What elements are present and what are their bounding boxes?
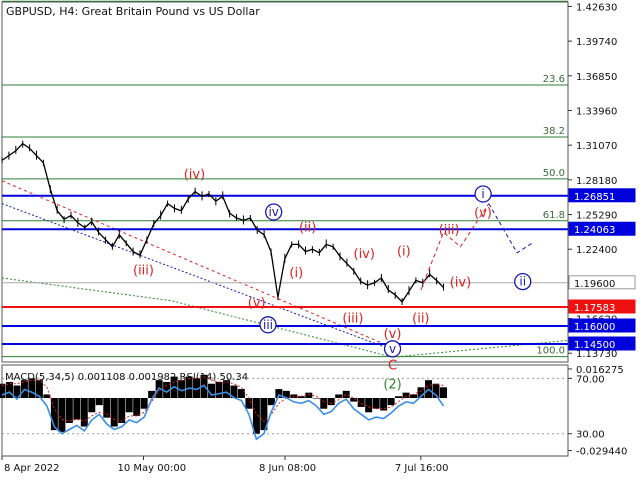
wave-label: (i) <box>289 266 303 281</box>
indicator-axis-label: -0.029440 <box>576 447 627 458</box>
price-axis-label: 1.25290 <box>576 211 617 222</box>
wave-label: (iii) <box>133 264 154 279</box>
macd-histogram-bar <box>327 398 335 406</box>
price-axis-label: 1.31070 <box>576 141 617 152</box>
wave-label: C <box>388 358 397 373</box>
wave-label: (v) <box>384 327 402 342</box>
macd-histogram-bar <box>125 398 133 413</box>
level-badge-label: 1.14500 <box>574 340 615 351</box>
macd-histogram-bar <box>342 390 350 399</box>
wave-label: i <box>481 187 484 201</box>
macd-histogram-bar <box>215 381 223 399</box>
macd-histogram-bar <box>372 398 380 409</box>
macd-histogram-bar <box>88 398 96 413</box>
wave-label: (2) <box>383 378 401 393</box>
wave-label: (v) <box>248 296 266 311</box>
macd-histogram-bar <box>439 387 447 399</box>
price-axis-label: 1.33960 <box>576 106 617 117</box>
fib-level-label: 23.6 <box>543 74 565 85</box>
fib-level-label: 100.0 <box>536 346 565 357</box>
price-axis-label: 1.22400 <box>576 245 617 256</box>
indicator-axis-label: 30.00 <box>576 430 605 441</box>
time-axis-label: 8 Apr 2022 <box>4 463 59 474</box>
macd-histogram-bar <box>65 398 73 423</box>
time-axis-label: 7 Jul 16:00 <box>395 463 449 474</box>
macd-histogram-bar <box>410 394 418 399</box>
macd-histogram-bar <box>320 398 328 409</box>
time-axis-label: 10 May 00:00 <box>118 463 187 474</box>
macd-histogram-bar <box>73 398 81 420</box>
fib-level-label: 50.0 <box>543 168 565 179</box>
macd-histogram-bar <box>58 398 66 432</box>
trading-chart: 0.0 23.6 38.2 50.0 61.8 100.0 (iv) (iii) (ii) (v)… <box>0 0 640 480</box>
wave-label: iv <box>268 205 278 219</box>
level-badge-label: 1.17583 <box>574 303 615 314</box>
macd-histogram-bar <box>387 398 395 406</box>
fib-level-label: 0.0 <box>549 0 565 1</box>
macd-histogram-bar <box>237 389 245 399</box>
macd-histogram-bar <box>365 398 373 413</box>
fib-level-label: 38.2 <box>543 126 565 137</box>
macd-histogram-bar <box>395 396 403 399</box>
macd-histogram-bar <box>103 398 111 418</box>
wave-label: (iii) <box>439 223 460 238</box>
time-axis-label: 8 Jun 08:00 <box>259 463 316 474</box>
macd-histogram-bar <box>357 398 365 407</box>
indicator-caption: MACD(5,34,5) 0.001108 0.001982 RSI(14) 5… <box>5 372 248 383</box>
macd-histogram-bar <box>312 398 320 399</box>
level-badge-label: 1.24063 <box>574 225 615 236</box>
level-badge-label: 1.16000 <box>574 322 615 333</box>
wave-label: (v) <box>474 206 492 221</box>
wave-label: (iii) <box>342 312 363 327</box>
wave-label: (iv) <box>450 276 471 291</box>
wave-label: (ii) <box>412 312 429 327</box>
wave-label: ii <box>519 275 526 289</box>
wave-label: v <box>389 342 396 356</box>
price-axis-label: 1.39740 <box>576 37 617 48</box>
macd-histogram-bar <box>245 398 253 409</box>
macd-histogram-bar <box>110 398 118 427</box>
macd-histogram-bar <box>140 398 148 409</box>
price-axis-label: 1.36850 <box>576 72 617 83</box>
level-badge-label: 1.19600 <box>574 279 615 290</box>
indicator-axis-label: 70.00 <box>576 374 605 385</box>
macd-histogram-bar <box>95 398 103 406</box>
wave-label: (i) <box>397 244 411 259</box>
price-axis-label: 1.42630 <box>576 2 617 13</box>
price-axis-label: 1.28180 <box>576 176 617 187</box>
macd-histogram-bar <box>80 398 88 427</box>
wave-label: (iv) <box>184 168 205 183</box>
wave-label: (ii) <box>299 220 316 235</box>
macd-histogram-bar <box>133 398 141 416</box>
wave-label: (iv) <box>354 247 375 262</box>
chart-title: GBPUSD, H4: Great Britain Pound vs US Do… <box>6 5 260 18</box>
macd-histogram-bar <box>267 398 275 406</box>
level-badge-label: 1.26851 <box>574 192 615 203</box>
fib-level-label: 61.8 <box>543 210 565 221</box>
macd-histogram-bar <box>0 383 6 399</box>
wave-label: iii <box>263 318 273 332</box>
